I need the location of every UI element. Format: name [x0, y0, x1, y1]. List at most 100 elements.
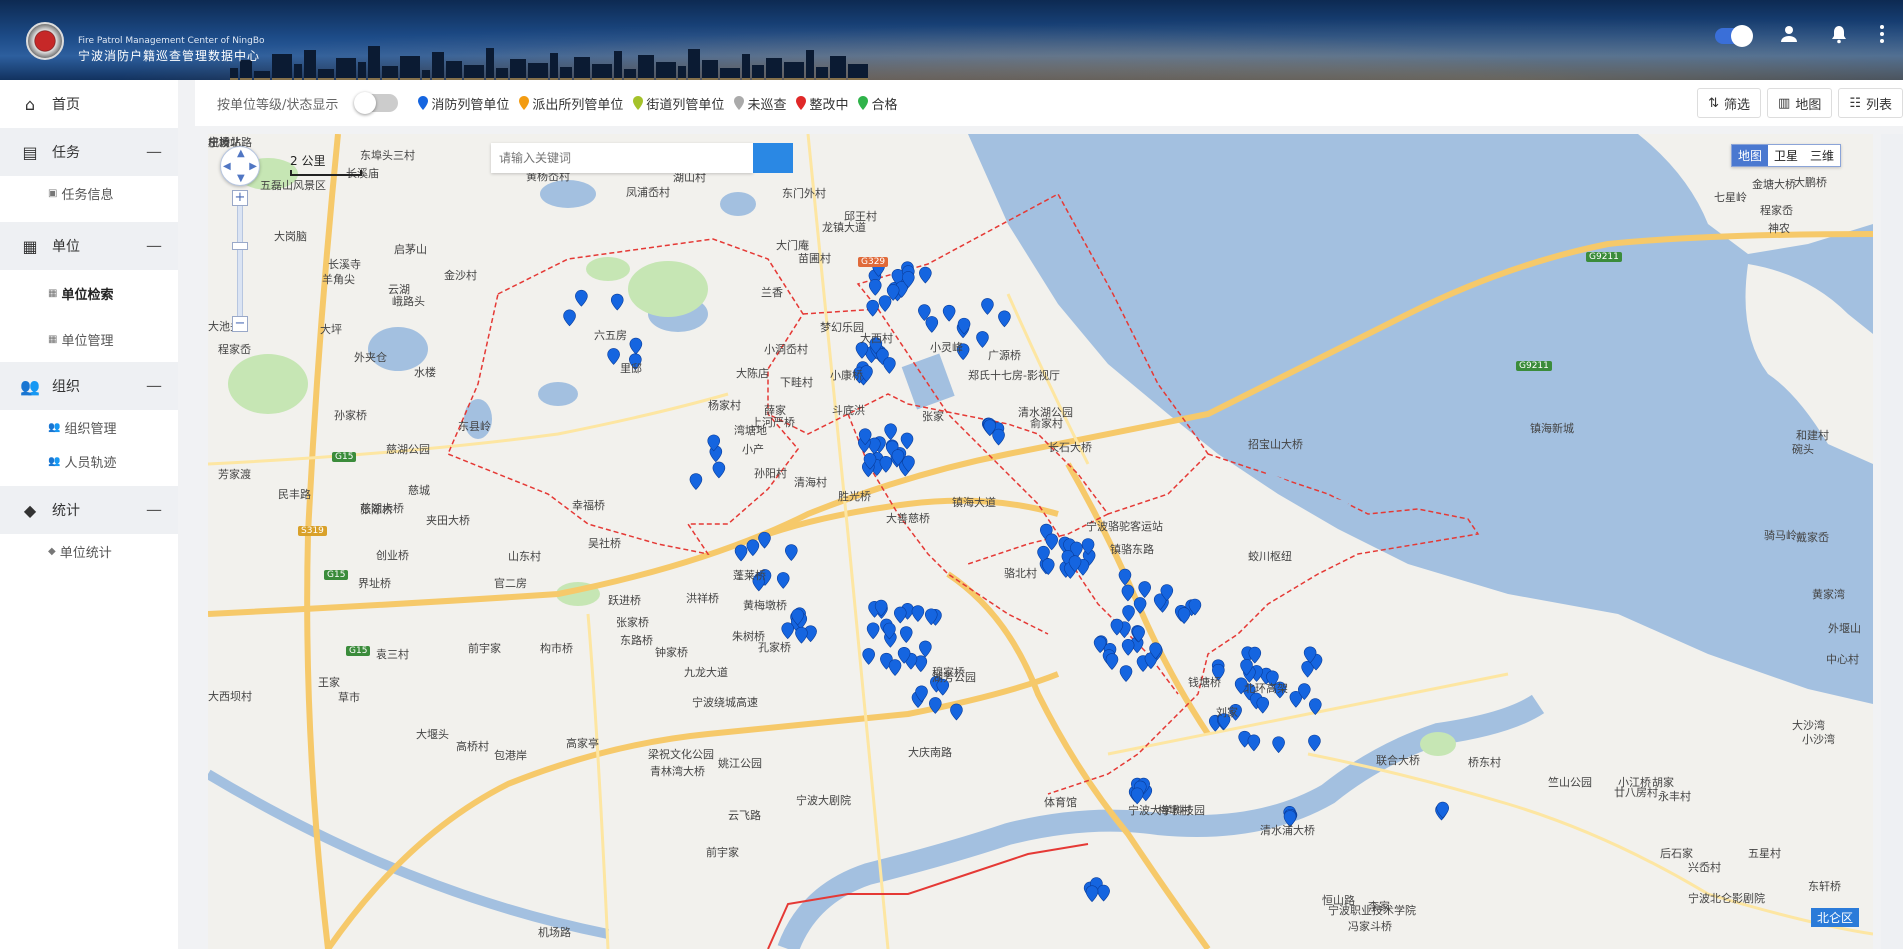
- unit-marker[interactable]: [883, 357, 896, 374]
- unit-marker[interactable]: [1121, 639, 1135, 656]
- map-canvas[interactable]: 东埠头三村 长溪庙 五磊山风景区 大岗脑 启茅山 长溪寺 羊角尖 金沙村 云湖 峨路头 大池头 大坪程…: [208, 134, 1873, 949]
- unit-marker[interactable]: [610, 293, 624, 311]
- nav-unit-stats[interactable]: ◆ 单位统计: [0, 534, 178, 568]
- nav-org[interactable]: 👥 组织 —: [0, 362, 178, 410]
- unit-marker[interactable]: [878, 295, 892, 312]
- theme-toggle-switch[interactable]: [1715, 24, 1753, 47]
- unit-marker[interactable]: [776, 572, 790, 589]
- unit-marker[interactable]: [1121, 584, 1135, 602]
- bell-icon[interactable]: [1829, 24, 1849, 47]
- unit-marker[interactable]: [758, 531, 771, 549]
- map-place-label: 宁波绕城高速: [692, 696, 758, 709]
- map-search-button[interactable]: [491, 143, 793, 173]
- unit-marker[interactable]: [899, 626, 913, 643]
- display-mode-switch[interactable]: [354, 92, 399, 114]
- list-view-button[interactable]: ☷ 列表: [1838, 88, 1903, 118]
- zoom-slider-track[interactable]: [237, 192, 243, 322]
- unit-marker[interactable]: [866, 299, 880, 317]
- collapse-icon[interactable]: —: [146, 236, 162, 255]
- legend-item[interactable]: 派出所列管单位: [519, 94, 623, 113]
- unit-marker[interactable]: [884, 423, 897, 441]
- unit-marker[interactable]: [900, 432, 914, 450]
- unit-marker[interactable]: [1105, 653, 1119, 670]
- legend-item[interactable]: 未巡查: [734, 94, 786, 113]
- unit-marker[interactable]: [1256, 696, 1270, 714]
- unit-marker[interactable]: [746, 539, 760, 557]
- unit-marker[interactable]: [1119, 665, 1133, 682]
- unit-marker[interactable]: [911, 605, 925, 622]
- page-scrollbar[interactable]: [1881, 134, 1903, 949]
- pan-right-icon[interactable]: ▶: [249, 161, 257, 172]
- nav-unit[interactable]: ▦ 单位 —: [0, 222, 178, 270]
- nav-stats[interactable]: ◆ 统计 —: [0, 486, 178, 534]
- user-icon[interactable]: [1779, 24, 1799, 47]
- nav-home[interactable]: ⌂ 首页: [0, 80, 178, 128]
- unit-marker[interactable]: [942, 304, 956, 322]
- map-type-map[interactable]: 地图: [1731, 145, 1768, 166]
- zoom-slider-thumb[interactable]: [232, 242, 248, 250]
- unit-marker[interactable]: [976, 331, 989, 348]
- unit-marker[interactable]: [992, 428, 1005, 446]
- unit-marker[interactable]: [866, 622, 880, 640]
- nav-task-info[interactable]: ▣ 任务信息: [0, 176, 178, 210]
- more-vert-icon[interactable]: [1879, 24, 1885, 47]
- unit-marker[interactable]: [862, 648, 875, 665]
- unit-marker[interactable]: [1133, 597, 1147, 614]
- nav-task[interactable]: ▤ 任务 —: [0, 128, 178, 176]
- unit-marker[interactable]: [893, 606, 907, 624]
- unit-marker[interactable]: [928, 697, 942, 714]
- legend-item[interactable]: 消防列管单位: [418, 94, 509, 113]
- unit-marker[interactable]: [919, 266, 932, 284]
- unit-marker[interactable]: [1118, 568, 1132, 586]
- unit-marker[interactable]: [734, 544, 748, 562]
- map-view-button[interactable]: ▥ 地图: [1767, 88, 1833, 118]
- collapse-icon[interactable]: —: [146, 500, 162, 519]
- unit-marker[interactable]: [784, 544, 798, 561]
- unit-marker[interactable]: [1247, 734, 1261, 752]
- unit-marker[interactable]: [1308, 734, 1321, 752]
- filter-button[interactable]: ⇅ 筛选: [1697, 88, 1762, 118]
- unit-marker[interactable]: [781, 622, 795, 640]
- map-type-satellite[interactable]: 卫星: [1768, 145, 1804, 166]
- map-type-3d[interactable]: 三维: [1804, 145, 1840, 166]
- unit-marker[interactable]: [712, 461, 726, 479]
- legend-item[interactable]: 街道列管单位: [633, 94, 724, 113]
- nav-org-manage[interactable]: 👥 组织管理: [0, 410, 178, 444]
- legend-item[interactable]: 合格: [858, 94, 897, 113]
- map-search-input[interactable]: [491, 143, 753, 173]
- pan-up-icon[interactable]: ▲: [237, 148, 245, 159]
- map-place-label: 镇骆东路: [1110, 543, 1154, 556]
- unit-marker[interactable]: [888, 659, 902, 676]
- unit-marker[interactable]: [575, 289, 588, 307]
- unit-marker[interactable]: [1272, 736, 1285, 754]
- unit-marker[interactable]: [795, 626, 808, 644]
- unit-marker[interactable]: [629, 337, 643, 355]
- unit-marker[interactable]: [1177, 607, 1191, 624]
- unit-marker[interactable]: [1085, 885, 1099, 903]
- nav-unit-manage[interactable]: ▦ 单位管理: [0, 316, 178, 362]
- unit-marker[interactable]: [1138, 581, 1151, 598]
- unit-marker[interactable]: [607, 348, 620, 365]
- unit-marker[interactable]: [925, 316, 939, 333]
- unit-marker[interactable]: [563, 309, 576, 327]
- pan-left-icon[interactable]: ◀: [223, 161, 231, 172]
- collapse-icon[interactable]: —: [146, 376, 162, 395]
- unit-marker[interactable]: [919, 640, 932, 658]
- nav-unit-search[interactable]: ▦ 单位检索: [0, 270, 178, 316]
- pan-control[interactable]: ▲ ▼ ◀ ▶: [220, 146, 260, 186]
- unit-marker[interactable]: [981, 298, 994, 315]
- unit-marker[interactable]: [1097, 884, 1110, 902]
- nav-staff-track[interactable]: 👥 人员轨迹: [0, 444, 178, 478]
- legend-item[interactable]: 整改中: [796, 94, 848, 113]
- collapse-icon[interactable]: —: [146, 142, 162, 161]
- zoom-in-button[interactable]: +: [232, 190, 248, 206]
- unit-marker[interactable]: [1122, 605, 1135, 622]
- pan-down-icon[interactable]: ▼: [237, 173, 245, 184]
- unit-marker[interactable]: [950, 703, 963, 721]
- map-place-label: 民丰路: [278, 488, 311, 501]
- unit-marker[interactable]: [998, 310, 1011, 328]
- zoom-out-button[interactable]: −: [232, 316, 248, 332]
- unit-marker[interactable]: [689, 473, 703, 490]
- unit-marker[interactable]: [1308, 698, 1322, 715]
- unit-marker[interactable]: [868, 279, 882, 296]
